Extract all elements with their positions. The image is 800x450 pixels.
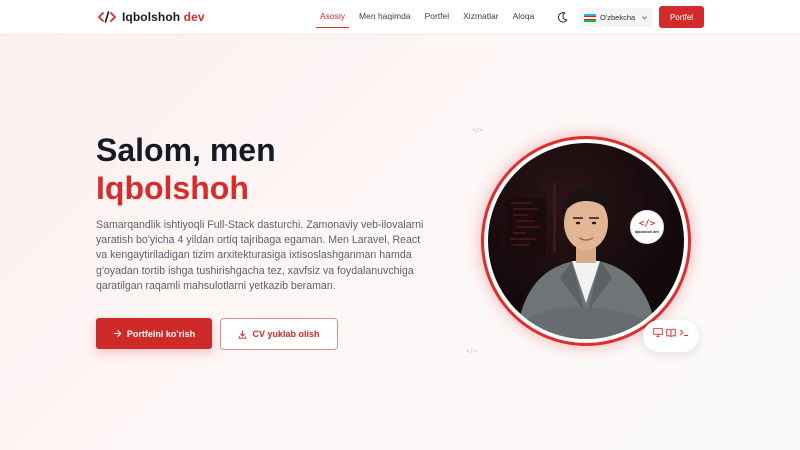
navbar: Iqbolshoh dev Asosiy Men haqimda Portfel… <box>0 0 800 35</box>
nav-item-men-haqimda[interactable]: Men haqimda <box>352 0 418 35</box>
download-cv-button[interactable]: CV yuklab olish <box>220 318 338 350</box>
hero-name: Iqbolshoh <box>96 170 249 206</box>
moon-icon[interactable] <box>556 11 569 24</box>
hero-greeting: Salom, men <box>96 132 276 168</box>
brand-logo[interactable]: Iqbolshoh dev <box>98 10 205 24</box>
view-portfolio-button[interactable]: Portfelni ko'rish <box>96 318 212 349</box>
download-cv-label: CV yuklab olish <box>252 329 320 339</box>
monitor-icon <box>653 327 663 337</box>
terminal-icon <box>679 329 688 336</box>
code-brackets-icon <box>98 11 116 23</box>
brand-suffix: dev <box>183 10 205 24</box>
brand-name: Iqbolshoh dev <box>122 10 205 24</box>
badge-text: Iqbolshoh dev <box>634 230 660 234</box>
nav-portfolio-button[interactable]: Portfel <box>659 6 704 28</box>
nav-item-portfel[interactable]: Portfel <box>418 0 457 35</box>
main-menu: Asosiy Men haqimda Portfel Xizmatlar Alo… <box>313 0 541 35</box>
nav-item-xizmatlar[interactable]: Xizmatlar <box>456 0 505 35</box>
nav-item-asosiy[interactable]: Asosiy <box>313 0 352 35</box>
book-icon <box>666 328 676 337</box>
hero-title: Salom, men Iqbolshoh <box>96 131 276 207</box>
hero-description: Samarqandlik ishtiyoqli Full-Stack dastu… <box>96 219 424 292</box>
language-label: O'zbekcha <box>600 13 636 22</box>
nav-item-aloqa[interactable]: Aloqa <box>506 0 542 35</box>
arrow-right-icon <box>113 330 122 337</box>
chevron-down-icon <box>642 16 647 20</box>
code-decoration-icon: </> <box>472 127 483 134</box>
tools-pill <box>643 320 699 352</box>
brand-badge: </> Iqbolshoh dev <box>630 210 664 244</box>
download-icon <box>239 329 247 339</box>
language-selector[interactable]: O'zbekcha <box>579 8 653 27</box>
uz-flag-icon <box>584 13 596 22</box>
brand-name-text: Iqbolshoh <box>122 10 181 24</box>
view-portfolio-label: Portfelni ko'rish <box>126 328 196 339</box>
badge-mark: </> <box>638 219 656 229</box>
code-decoration-icon: </> <box>466 348 477 355</box>
